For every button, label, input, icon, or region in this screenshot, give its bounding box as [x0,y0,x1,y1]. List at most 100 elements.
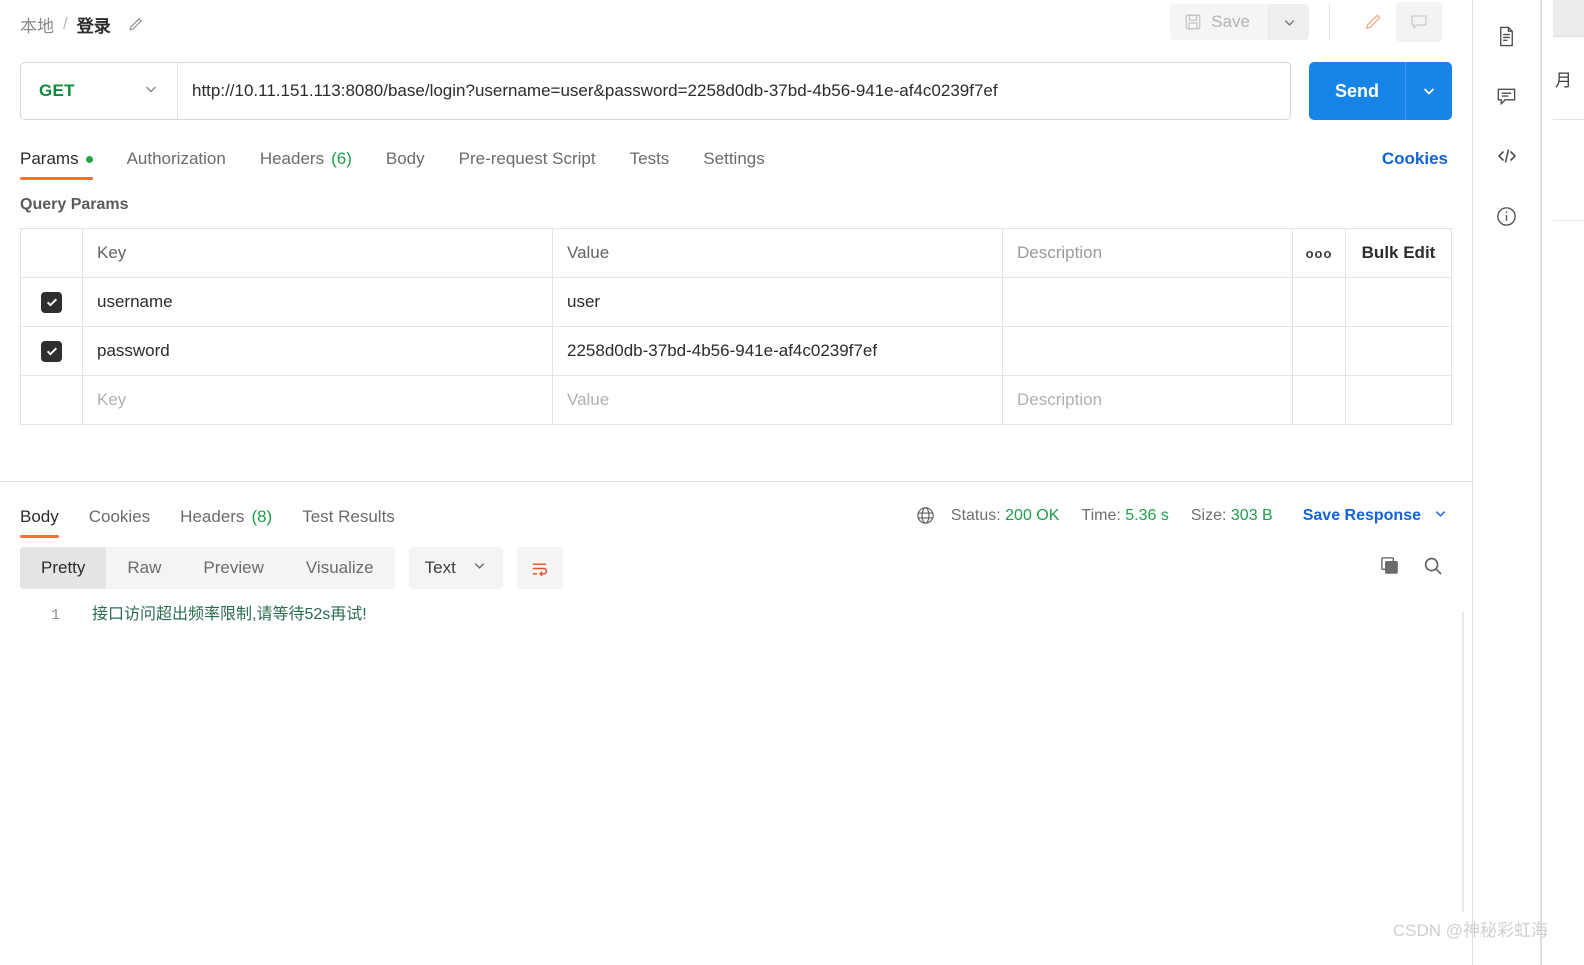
cookies-link[interactable]: Cookies [1382,149,1448,169]
header-cell-key: Key [83,229,553,277]
documentation-icon[interactable] [1484,6,1530,66]
save-response-chevron-down-icon [1433,506,1448,526]
row-value[interactable]: user [553,278,1003,326]
http-method-label: GET [39,81,75,100]
empty-row-spacer-dots [1293,376,1346,424]
tab-pre-request-script[interactable]: Pre-request Script [459,149,596,180]
row-key[interactable]: password [83,327,553,375]
response-tabs: Body Cookies Headers (8) Test Results St… [0,482,1472,538]
response-format-select[interactable]: Text [408,547,503,589]
response-tab-headers-label: Headers [180,507,245,526]
view-preview-button[interactable]: Preview [182,547,284,589]
postman-window: 本地 / 登录 Save GET http://10.11.151.113:80… [0,0,1584,965]
bulk-edit-button[interactable]: Bulk Edit [1346,229,1451,277]
row-description[interactable] [1003,278,1293,326]
row-value[interactable]: 2258d0db-37bd-4b56-941e-af4c0239f7ef [553,327,1003,375]
breadcrumb-current[interactable]: 登录 [77,12,111,37]
row-description[interactable] [1003,327,1293,375]
tab-body[interactable]: Body [386,149,425,180]
time-info: Time: 5.36 s [1081,507,1168,525]
line-number: 1 [50,607,60,624]
copy-icon[interactable] [1379,555,1400,581]
code-snippet-icon[interactable] [1484,126,1530,186]
response-tab-headers[interactable]: Headers (8) [180,507,272,538]
header-cell-description: Description [1003,229,1293,277]
tab-headers[interactable]: Headers (6) [260,149,352,180]
tab-headers-count: (6) [331,149,352,168]
row-spacer-bulk [1346,327,1451,375]
table-row-empty: Key Value Description [21,376,1451,425]
empty-row-value[interactable]: Value [553,376,1003,424]
comment-pencil-icon[interactable] [1350,2,1396,42]
response-tab-test-results[interactable]: Test Results [302,507,395,538]
method-chevron-down-icon [143,81,159,102]
size-info: Size: 303 B [1191,507,1273,525]
empty-row-spacer-bulk [1346,376,1451,424]
send-options-chevron-down-icon[interactable] [1405,62,1452,120]
tab-authorization-label: Authorization [126,149,226,168]
edit-pencil-icon[interactable] [127,15,145,33]
table-options-more-icon[interactable]: ooo [1293,229,1346,277]
empty-row-description[interactable]: Description [1003,376,1293,424]
tab-authorization[interactable]: Authorization [127,149,226,180]
time-value: 5.36 s [1125,506,1169,524]
http-method-select[interactable]: GET [21,63,178,119]
response-meta: Status: 200 OK Time: 5.36 s Size: 303 B … [915,505,1448,526]
response-scrollbar[interactable] [1462,612,1464,912]
tab-body-label: Body [385,149,425,168]
status-info: Status: 200 OK [951,507,1060,525]
tab-settings[interactable]: Settings [703,149,764,180]
response-tab-body-label: Body [20,507,59,526]
word-wrap-toggle-icon[interactable] [516,547,563,589]
tab-tests[interactable]: Tests [630,149,670,180]
tab-params[interactable]: Params [20,149,93,180]
save-options-chevron-down-icon[interactable] [1269,4,1309,40]
response-format-label: Text [424,558,456,577]
right-sidebar [1473,0,1541,965]
row-key[interactable]: username [83,278,553,326]
status-value: 200 OK [1005,506,1060,524]
row-checkbox-cell [21,278,83,326]
response-tab-cookies[interactable]: Cookies [89,507,150,538]
row-checkbox[interactable] [41,340,62,362]
search-icon[interactable] [1422,555,1444,582]
save-response-button[interactable]: Save Response [1303,506,1448,526]
save-button[interactable]: Save [1170,4,1269,40]
view-raw-button[interactable]: Raw [106,547,182,589]
far-right-panel-text: 月 [1553,37,1584,120]
table-row: password 2258d0db-37bd-4b56-941e-af4c023… [21,327,1451,376]
empty-row-checkbox-cell [21,376,83,424]
row-checkbox-cell [21,327,83,375]
format-chevron-down-icon [472,558,487,578]
response-toolbar-actions [1379,555,1444,582]
far-right-panel: 月 [1541,0,1584,965]
response-tab-cookies-label: Cookies [88,507,151,526]
response-body-text[interactable]: 接口访问超出频率限制,请等待52s再试! [92,600,367,624]
topbar-actions: Save [1170,2,1442,42]
url-input[interactable]: http://10.11.151.113:8080/base/login?use… [178,63,1290,119]
query-params-table: Key Value Description ooo Bulk Edit user… [20,228,1452,425]
globe-icon [915,505,936,526]
time-label: Time: [1081,506,1121,524]
response-tab-headers-count: (8) [251,507,273,526]
info-icon[interactable] [1484,186,1530,246]
comment-bubble-icon[interactable] [1396,2,1442,42]
view-visualize-button[interactable]: Visualize [285,547,395,589]
url-bar: GET http://10.11.151.113:8080/base/login… [0,62,1472,120]
view-pretty-button[interactable]: Pretty [20,547,107,589]
check-icon [46,347,57,356]
header-cell-value: Value [553,229,1003,277]
send-button[interactable]: Send [1309,62,1405,120]
status-label: Status: [950,506,1001,524]
breadcrumb-parent[interactable]: 本地 [20,12,54,37]
empty-row-key[interactable]: Key [83,376,553,424]
query-params-title: Query Params [20,196,129,213]
response-body-line: 1 接口访问超出频率限制,请等待52s再试! [20,600,1472,624]
row-spacer-bulk [1346,278,1451,326]
save-button-group: Save [1170,4,1309,40]
response-tab-body[interactable]: Body [20,507,59,538]
comments-icon[interactable] [1484,66,1530,126]
row-checkbox[interactable] [41,291,62,313]
tab-params-label: Params [20,149,79,168]
response-tab-test-results-label: Test Results [302,507,395,526]
